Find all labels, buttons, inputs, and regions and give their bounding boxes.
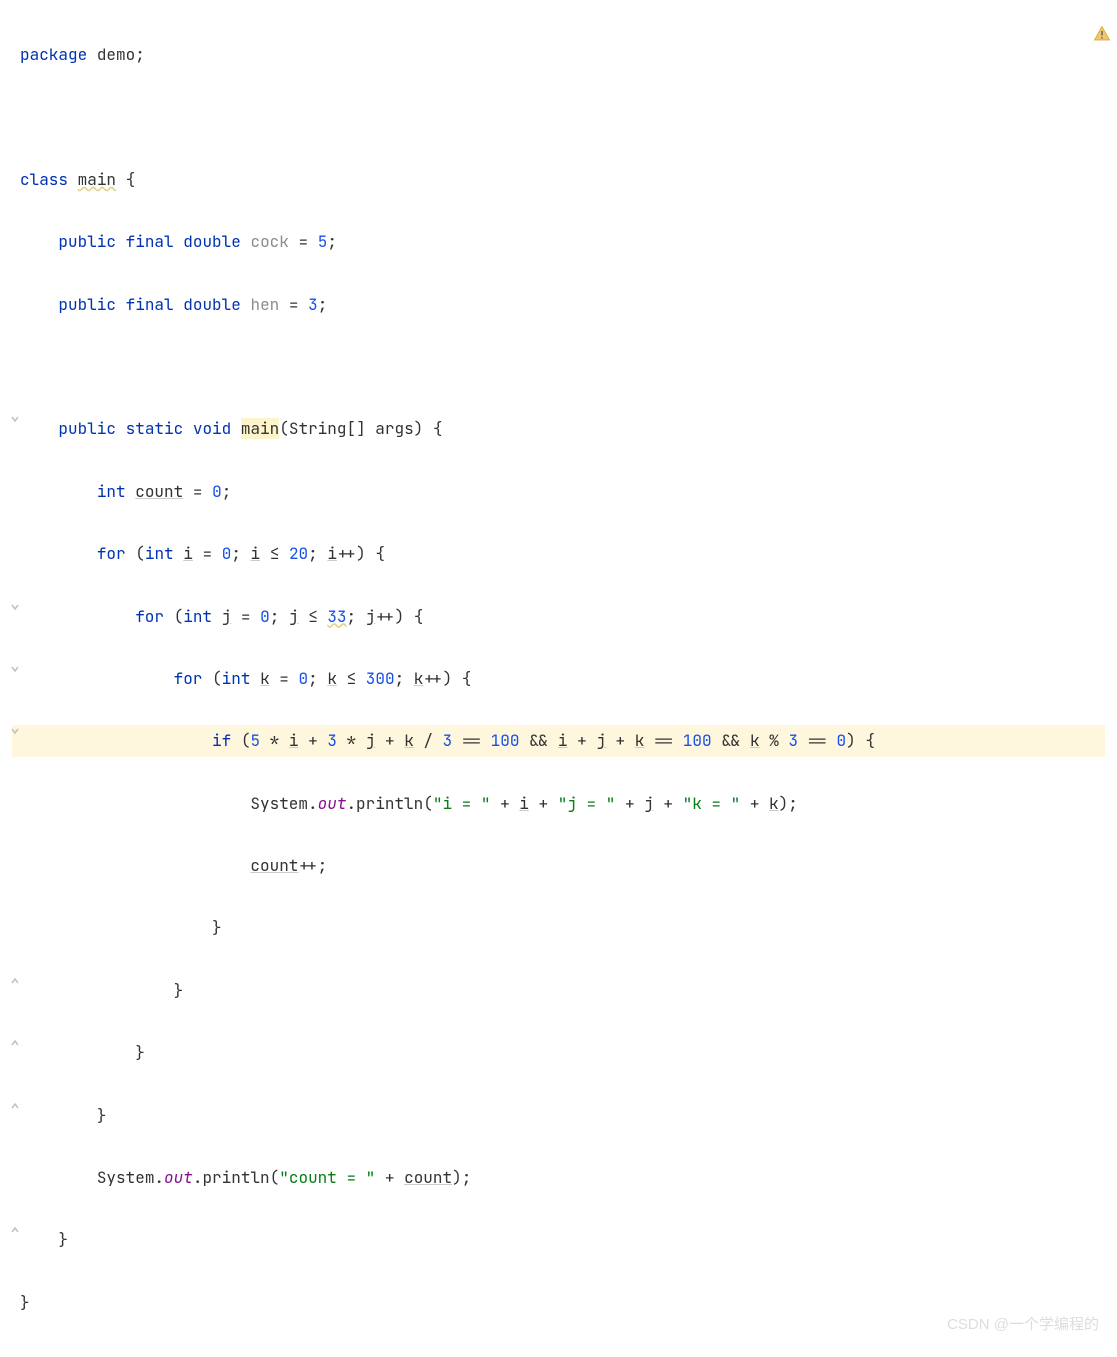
gutter-fold-icon[interactable] — [9, 601, 21, 613]
code-line: } — [12, 975, 1105, 1006]
code-line: System.out.println("count = " + count); — [12, 1162, 1105, 1193]
gutter-fold-icon[interactable] — [9, 1224, 21, 1236]
code-line: class main { — [12, 164, 1105, 195]
watermark-text: CSDN @一个学编程的 — [947, 1310, 1099, 1339]
field-cock: cock — [250, 231, 288, 252]
keyword-package: package — [20, 44, 87, 65]
warning-icon[interactable] — [1093, 22, 1111, 53]
code-editor[interactable]: package demo; class main { public final … — [0, 0, 1117, 1357]
gutter-fold-icon[interactable] — [9, 975, 21, 987]
gutter-fold-icon[interactable] — [9, 1100, 21, 1112]
code-line: count++; — [12, 850, 1105, 881]
code-line — [12, 351, 1105, 382]
code-line: System.out.println("i = " + i + "j = " +… — [12, 788, 1105, 819]
field-hen: hen — [250, 294, 279, 315]
code-line-highlighted: if (5 * i + 3 * j + k / 3 == 100 && i + … — [12, 725, 1105, 756]
gutter-fold-icon[interactable] — [9, 725, 21, 737]
code-line: } — [12, 912, 1105, 943]
code-line: } — [12, 1037, 1105, 1068]
gutter-fold-icon[interactable] — [9, 663, 21, 675]
code-line: } — [12, 1224, 1105, 1255]
code-line: public static void main(String[] args) { — [12, 413, 1105, 444]
var-count: count — [135, 481, 183, 502]
code-line: } — [12, 1100, 1105, 1131]
code-line: for (int i = 0; i ≤ 20; i++) { — [12, 538, 1105, 569]
code-line: for (int j = 0; j ≤ 33; j++) { — [12, 601, 1105, 632]
code-line: package demo; — [12, 39, 1105, 70]
code-line: public final double hen = 3; — [12, 289, 1105, 320]
package-name: demo — [97, 44, 135, 65]
code-line: int count = 0; — [12, 476, 1105, 507]
class-name: main — [78, 169, 116, 190]
gutter-fold-icon[interactable] — [9, 1037, 21, 1049]
gutter-fold-icon[interactable] — [9, 413, 21, 425]
code-line — [12, 102, 1105, 133]
code-line: for (int k = 0; k ≤ 300; k++) { — [12, 663, 1105, 694]
method-main: main — [241, 418, 279, 439]
code-line: public final double cock = 5; — [12, 226, 1105, 257]
keyword-class: class — [20, 169, 68, 190]
code-line: } — [12, 1287, 1105, 1318]
